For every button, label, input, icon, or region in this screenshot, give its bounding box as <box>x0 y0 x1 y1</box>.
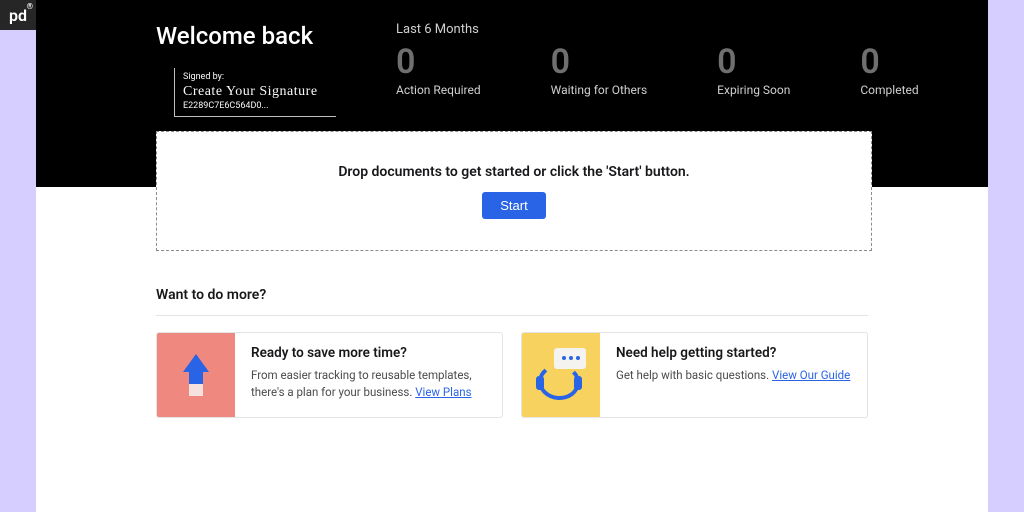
welcome-block: Welcome back Signed by: Create Your Sign… <box>156 22 336 117</box>
stat-expiring[interactable]: 0 Expiring Soon <box>717 45 790 97</box>
start-button[interactable]: Start <box>482 192 545 219</box>
card-save-time: Ready to save more time? From easier tra… <box>156 332 503 418</box>
stat-label: Completed <box>860 83 918 97</box>
stat-completed[interactable]: 0 Completed <box>860 45 918 97</box>
document-drop-zone[interactable]: Drop documents to get started or click t… <box>156 131 872 251</box>
stat-action-required[interactable]: 0 Action Required <box>396 45 481 97</box>
stats-period: Last 6 Months <box>396 22 919 37</box>
drop-zone-text: Drop documents to get started or click t… <box>338 164 689 180</box>
stats-block: Last 6 Months 0 Action Required 0 Waitin… <box>396 22 919 97</box>
view-plans-link[interactable]: View Plans <box>415 385 471 399</box>
logo-text: pd <box>9 6 27 25</box>
card-title: Need help getting started? <box>616 345 850 361</box>
stat-label: Waiting for Others <box>551 83 648 97</box>
stat-value: 0 <box>551 45 648 79</box>
signed-by-label: Signed by: <box>183 72 336 83</box>
card-text: Get help with basic questions. View Our … <box>616 367 850 384</box>
stat-label: Expiring Soon <box>717 83 790 97</box>
divider <box>156 315 868 316</box>
card-body-text: Get help with basic questions. <box>616 368 772 382</box>
stats-row: 0 Action Required 0 Waiting for Others 0… <box>396 45 919 97</box>
promo-cards: Ready to save more time? From easier tra… <box>156 332 868 418</box>
stat-value: 0 <box>717 45 790 79</box>
stat-waiting[interactable]: 0 Waiting for Others <box>551 45 648 97</box>
upload-arrow-icon <box>157 333 235 417</box>
app-logo: pd ® <box>0 0 36 30</box>
stat-value: 0 <box>860 45 918 79</box>
stat-value: 0 <box>396 45 481 79</box>
app-frame: Welcome back Signed by: Create Your Sign… <box>36 0 988 512</box>
card-title: Ready to save more time? <box>251 345 488 361</box>
stat-label: Action Required <box>396 83 481 97</box>
signature-block[interactable]: Signed by: Create Your Signature E2289C7… <box>174 68 336 117</box>
headset-chat-icon <box>522 333 600 417</box>
signature-name: Create Your Signature <box>183 83 336 101</box>
view-guide-link[interactable]: View Our Guide <box>772 368 850 382</box>
card-text: From easier tracking to reusable templat… <box>251 367 488 400</box>
section-title: Want to do more? <box>156 287 868 303</box>
signature-id: E2289C7E6C564D0... <box>183 101 336 112</box>
registered-mark: ® <box>27 2 33 11</box>
card-help: Need help getting started? Get help with… <box>521 332 868 418</box>
welcome-title: Welcome back <box>156 22 336 50</box>
main-content: Drop documents to get started or click t… <box>36 187 988 512</box>
